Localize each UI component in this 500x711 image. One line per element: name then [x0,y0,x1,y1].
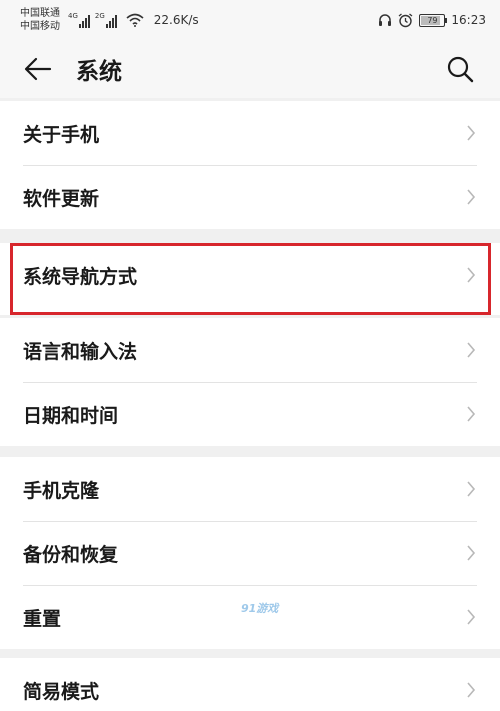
settings-item-language-input[interactable]: 语言和输入法 [0,318,500,382]
settings-item-phone-clone[interactable]: 手机克隆 [0,457,500,521]
settings-item-label: 软件更新 [23,187,100,210]
chevron-right-icon [467,609,476,625]
settings-item-label: 关于手机 [23,123,100,146]
settings-item-label: 系统导航方式 [23,265,138,288]
alarm-icon [399,12,413,27]
search-icon [447,56,474,83]
status-bar: 中国联通 中国移动 4G 2G 22.6K/s 79 16:23 [0,0,500,40]
carrier-1: 中国联通 [20,8,60,19]
carrier-names: 中国联通 中国移动 [20,7,64,33]
settings-item-simple-mode[interactable]: 简易模式 [0,658,500,711]
chevron-right-icon [467,545,476,561]
settings-item-software-update[interactable]: 软件更新 [0,165,500,229]
battery-icon: 79 [419,13,448,27]
settings-item-label: 手机克隆 [23,479,100,502]
app-header: 系统 [0,40,500,98]
chevron-right-icon [467,682,476,698]
search-button[interactable] [442,51,478,87]
settings-item-about-phone[interactable]: 关于手机 [0,101,500,165]
settings-item-system-navigation[interactable]: 系统导航方式 [0,243,500,307]
carrier-2: 中国移动 [20,21,60,32]
back-button[interactable] [18,49,58,89]
chevron-right-icon [467,189,476,205]
settings-item-label: 备份和恢复 [23,543,119,566]
settings-item-label: 语言和输入法 [23,340,138,363]
settings-group-device: 关于手机 软件更新 [0,101,500,229]
headset-icon [379,14,392,26]
signal-2-tag: 2G [94,12,105,20]
chevron-right-icon [467,481,476,497]
settings-group-language-time: 语言和输入法 日期和时间 [0,318,500,446]
signal-1-tag: 4G [68,12,78,20]
chevron-right-icon [467,406,476,422]
network-speed: 22.6K/s [153,13,199,27]
chevron-right-icon [467,342,476,358]
clock: 16:23 [451,13,486,27]
settings-item-label: 日期和时间 [23,404,119,427]
settings-group-backup: 手机克隆 备份和恢复 重置 [0,457,500,649]
battery-level: 79 [427,15,438,25]
wifi-icon [126,13,144,27]
page-title: 系统 [76,59,122,85]
signal-2-icon: 2G [95,12,118,28]
settings-item-label: 简易模式 [23,680,100,703]
chevron-right-icon [467,267,476,283]
settings-item-date-time[interactable]: 日期和时间 [0,382,500,446]
settings-group-simple-mode: 简易模式 [0,658,500,711]
settings-item-backup-restore[interactable]: 备份和恢复 [0,521,500,585]
signal-1-icon: 4G [68,12,91,28]
settings-group-navigation: 系统导航方式 [0,243,500,315]
chevron-right-icon [467,125,476,141]
settings-item-label: 重置 [23,607,62,630]
arrow-left-icon [24,57,52,81]
watermark-logo: 91游戏 [241,602,279,615]
